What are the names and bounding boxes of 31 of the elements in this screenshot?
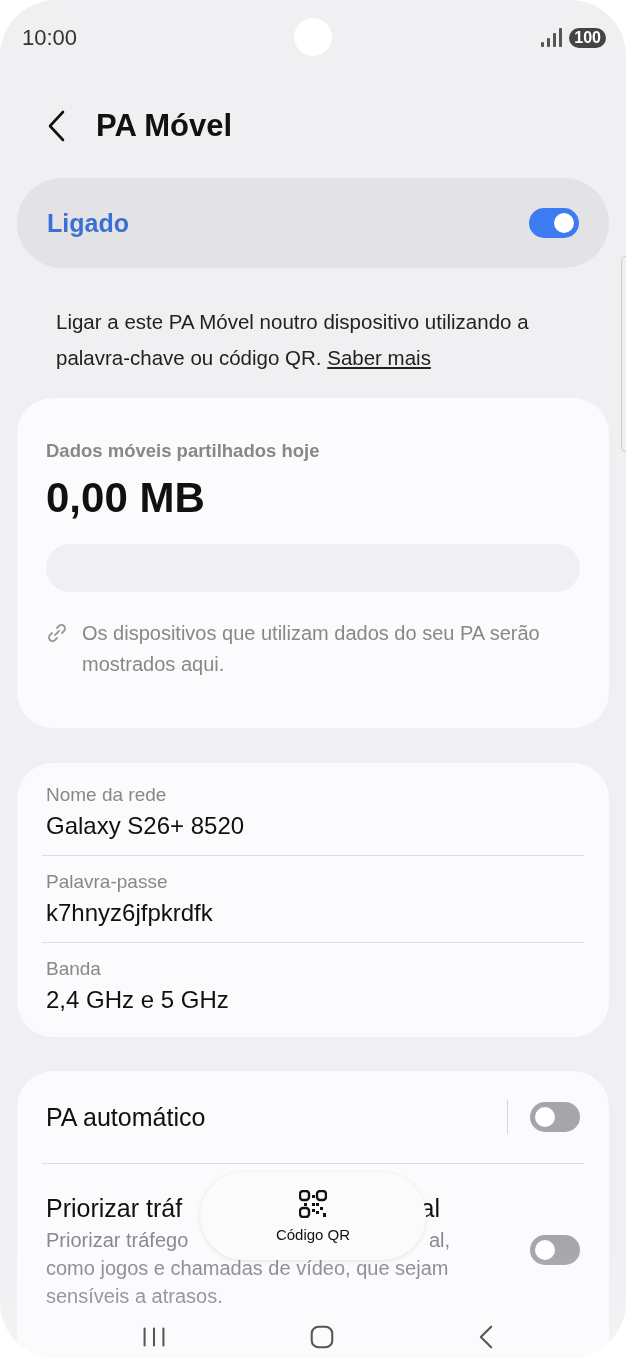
switch-label: Ligado [47,208,129,238]
status-time: 10:00 [22,25,78,51]
field-label: Banda [46,958,102,980]
toggle-switch[interactable] [530,1235,580,1265]
field-value[interactable]: Galaxy S26+ 8520 [46,812,580,840]
option-description: Priorizar tráfego [46,1228,189,1253]
page-title: PA Móvel [96,108,233,144]
toggle-switch[interactable] [530,1102,580,1132]
back-icon[interactable] [478,1325,494,1349]
option-title: Priorizar tráf [46,1193,183,1224]
field-value[interactable]: k7hnyz6jfpkrdfk [46,899,580,927]
devices-note: Os dispositivos que utilizam dados do seu PA serão mostrados aqui. [82,621,541,677]
recent-apps-icon[interactable] [142,1326,166,1348]
field-label: Nome da rede [46,784,168,806]
learn-more-link[interactable]: Saber mais [327,346,431,369]
toggle-switch[interactable] [529,208,579,238]
option-title: PA automático [46,1102,206,1133]
option-description: sensíveis a atrasos. [46,1284,223,1309]
option-description: al, [428,1228,450,1253]
home-icon[interactable] [310,1325,334,1349]
intro-text: Ligar a este PA Móvel noutro dispositivo utilizando a palavra-chave ou código QR. Saber mais [56,309,530,371]
master-switch-row[interactable]: Ligado [17,178,609,268]
card-title: Dados móveis partilhados hoje [46,440,321,462]
data-amount: 0,00 MB [46,474,206,522]
qr-code-icon [299,1189,327,1218]
field-label: Palavra-passe [46,871,169,893]
link-icon [46,622,68,644]
signal-icon [541,28,564,48]
back-button[interactable] [46,110,66,142]
battery-level: 100 [569,28,606,48]
field-value[interactable]: 2,4 GHz e 5 GHz [46,986,580,1014]
